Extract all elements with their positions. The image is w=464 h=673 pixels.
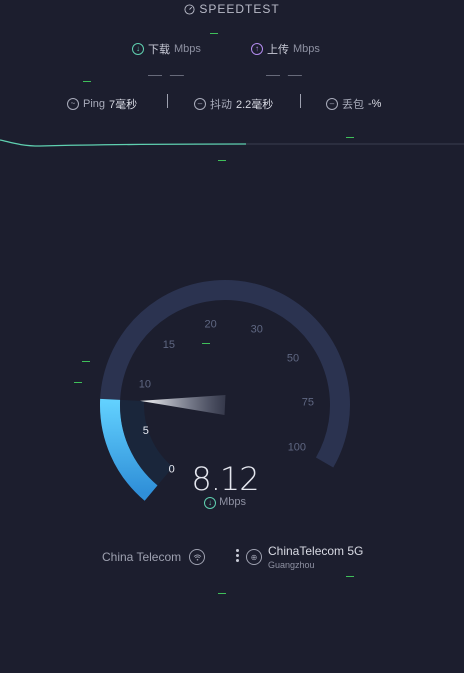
packet-loss-stat: – 丢包 -% (326, 96, 381, 112)
more-options-icon[interactable] (236, 549, 239, 564)
server-name[interactable]: ChinaTelecom 5G (268, 544, 363, 558)
download-trace (0, 139, 247, 147)
gauge-needle (140, 395, 226, 415)
ping-stat: ~ Ping 7毫秒 (67, 96, 137, 112)
download-icon: ↓ (204, 497, 217, 509)
decor-dash (74, 382, 82, 383)
upload-icon: ↑ (251, 43, 263, 55)
download-value: — — (148, 66, 186, 82)
decor-dash (83, 81, 91, 82)
packet-loss-icon: – (326, 98, 338, 110)
gauge-tick-label: 15 (163, 339, 175, 351)
gauge-tick-label: 30 (251, 323, 263, 335)
speedometer-icon (184, 4, 195, 15)
gauge-tick-label: 75 (302, 396, 314, 408)
globe-icon: ⊕ (246, 549, 262, 565)
server-city: Guangzhou (268, 560, 315, 570)
gauge-tick-label: 5 (143, 425, 149, 437)
gauge-tick-label: 10 (139, 379, 151, 391)
upload-label: ↑ 上传 Mbps (251, 41, 320, 57)
decor-dash (82, 361, 90, 362)
app-title: SPEEDTEST (199, 2, 280, 16)
stats-divider (167, 94, 168, 108)
decor-dash (218, 593, 226, 594)
gauge-tick-label: 20 (204, 318, 216, 330)
gauge-tick-label: 100 (288, 442, 306, 454)
decor-dash (346, 137, 354, 138)
upload-value: — — (266, 66, 304, 82)
ping-icon: ~ (67, 98, 79, 110)
throughput-graph (0, 139, 464, 147)
decor-dash (346, 576, 354, 577)
isp-info[interactable]: China Telecom (102, 549, 206, 565)
speed-unit: ↓ Mbps (0, 496, 450, 509)
isp-name: China Telecom (102, 550, 182, 564)
speedtest-header: SPEEDTEST (0, 2, 464, 16)
wifi-icon (189, 549, 206, 565)
decor-dash (210, 33, 218, 34)
gauge-tick-label: 50 (287, 352, 299, 364)
decor-dash (218, 160, 226, 161)
speed-value: 8.12 (191, 460, 259, 498)
download-icon: ↓ (132, 43, 144, 55)
stats-divider (300, 94, 301, 108)
download-label: ↓ 下载 Mbps (132, 41, 201, 57)
jitter-stat: – 抖动 2.2毫秒 (194, 96, 273, 112)
jitter-icon: – (194, 98, 206, 110)
